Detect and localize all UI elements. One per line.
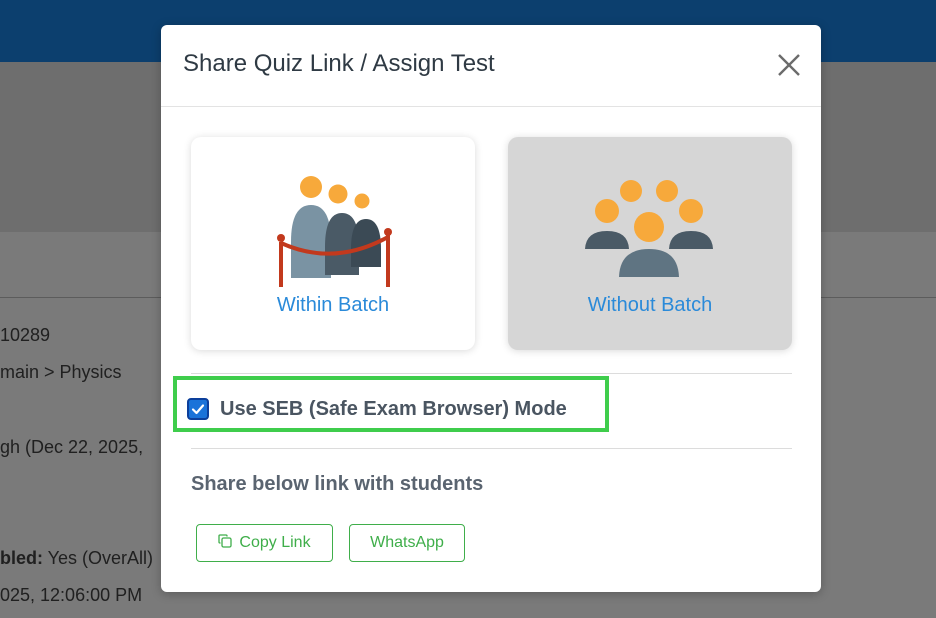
quiz-enabled-value: Yes (OverAll)	[43, 548, 154, 568]
quiz-enabled-text: bled: Yes (OverAll)	[0, 548, 153, 569]
seb-label: Use SEB (Safe Exam Browser) Mode	[220, 397, 567, 420]
section-divider	[191, 448, 792, 449]
section-divider	[191, 373, 792, 374]
seb-checkbox[interactable]	[187, 398, 209, 420]
copy-link-label: Copy Link	[239, 534, 311, 551]
without-batch-label: Without Batch	[587, 294, 713, 316]
whatsapp-label: WhatsApp	[370, 534, 444, 551]
copy-icon	[218, 533, 233, 553]
copy-link-button[interactable]: Copy Link	[196, 524, 333, 562]
close-button[interactable]	[775, 51, 803, 79]
without-batch-card[interactable]: Without Batch	[508, 137, 792, 350]
modal-header: Share Quiz Link / Assign Test	[161, 25, 821, 107]
within-batch-label: Within Batch	[276, 294, 390, 316]
quiz-enabled-label: bled:	[0, 548, 43, 568]
people-group-icon	[585, 180, 713, 277]
quiz-subject-text: main > Physics	[0, 362, 122, 382]
batch-group-icon	[277, 176, 392, 287]
seb-option: Use SEB (Safe Exam Browser) Mode	[187, 396, 567, 422]
quiz-date-text: gh (Dec 22, 2025,	[0, 437, 144, 457]
quiz-id-text: 10289	[0, 325, 51, 345]
modal-title: Share Quiz Link / Assign Test	[183, 50, 495, 77]
share-link-label: Share below link with students	[191, 473, 484, 495]
checkmark-icon	[191, 404, 205, 415]
quiz-time-text: 025, 12:06:00 PM	[0, 585, 143, 605]
share-quiz-modal: Share Quiz Link / Assign Test Within Bat…	[161, 25, 821, 592]
within-batch-card[interactable]: Within Batch	[191, 137, 475, 350]
whatsapp-button[interactable]: WhatsApp	[349, 524, 465, 562]
close-icon	[778, 54, 800, 76]
